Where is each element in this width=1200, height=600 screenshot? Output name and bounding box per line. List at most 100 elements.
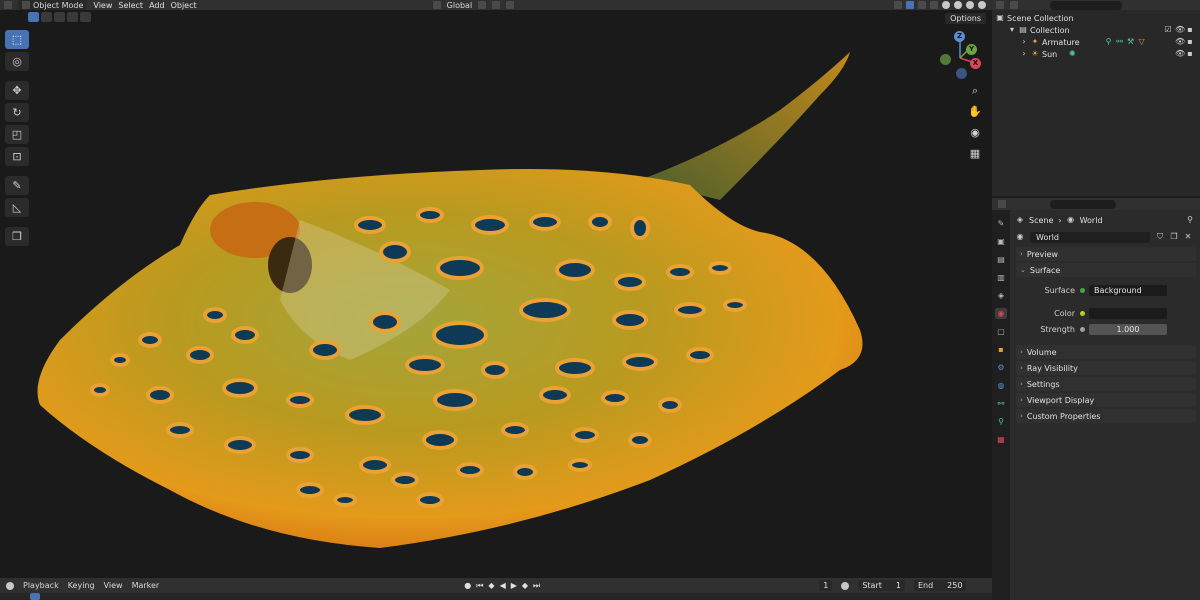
overlay-icon[interactable] bbox=[918, 1, 926, 9]
panel-volume[interactable]: › Volume bbox=[1016, 345, 1196, 359]
outliner-row-armature[interactable]: › ✦ Armature ⚲ ⚯ ⚒ ▽ 👁 ▪ bbox=[992, 36, 1200, 48]
fake-user-icon[interactable]: ⛉ bbox=[1156, 233, 1164, 241]
navigation-gizmo[interactable]: Z Y X bbox=[936, 28, 984, 80]
physics-tab-icon[interactable]: ◍ bbox=[995, 380, 1007, 391]
panel-settings[interactable]: › Settings bbox=[1016, 377, 1196, 391]
camera-icon[interactable]: ▪ bbox=[1186, 50, 1194, 58]
outliner-row-collection[interactable]: ▾ ▤ Collection ☑ 👁 ▪ bbox=[992, 24, 1200, 36]
jump-end-icon[interactable]: ⏭ bbox=[533, 581, 540, 591]
outliner-row-scene-collection[interactable]: ▣ Scene Collection bbox=[992, 12, 1200, 24]
eye-icon[interactable]: 👁 bbox=[1175, 26, 1185, 34]
display-mode-icon[interactable] bbox=[1010, 1, 1018, 9]
cursor-tool[interactable]: ◎ bbox=[5, 52, 29, 71]
eye-icon[interactable]: 👁 bbox=[1175, 38, 1185, 46]
properties-editor-icon[interactable] bbox=[998, 200, 1006, 208]
clock-icon[interactable] bbox=[841, 581, 850, 590]
jump-start-icon[interactable]: ⏮ bbox=[476, 581, 483, 591]
next-key-icon[interactable]: ◆ bbox=[522, 581, 528, 591]
outliner-search-input[interactable] bbox=[1050, 0, 1122, 10]
world-tab-icon[interactable]: ◉ bbox=[995, 308, 1007, 319]
timeline-menu-marker[interactable]: Marker bbox=[132, 581, 160, 590]
properties-search-input[interactable] bbox=[1050, 199, 1116, 209]
timeline-ruler[interactable] bbox=[0, 593, 992, 600]
duplicate-icon[interactable]: ❐ bbox=[1170, 233, 1178, 241]
pose-icon[interactable]: ⚲ bbox=[1105, 38, 1113, 46]
pin-icon[interactable]: ⚲ bbox=[1186, 216, 1194, 224]
collection-tab-icon[interactable]: ▢ bbox=[995, 326, 1007, 337]
measure-tool[interactable]: ◺ bbox=[5, 198, 29, 217]
strength-field[interactable]: 1.000 bbox=[1089, 323, 1167, 335]
bone-icon[interactable]: ⚯ bbox=[1116, 38, 1124, 46]
move-tool[interactable]: ✥ bbox=[5, 81, 29, 100]
shading-material-icon[interactable] bbox=[966, 1, 974, 9]
timeline-menu-playback[interactable]: Playback bbox=[23, 581, 59, 590]
shading-solid-icon[interactable] bbox=[954, 1, 962, 9]
expand-arrow-icon[interactable]: ▾ bbox=[1008, 26, 1016, 34]
light-data-icon[interactable]: ✺ bbox=[1068, 50, 1076, 58]
checkbox-icon[interactable]: ☑ bbox=[1164, 26, 1172, 34]
color-swatch[interactable] bbox=[1089, 307, 1167, 319]
snap-icon[interactable] bbox=[492, 1, 501, 9]
menu-select[interactable]: Select bbox=[118, 1, 143, 10]
scale-tool[interactable]: ◰ bbox=[5, 125, 29, 144]
annotate-tool[interactable]: ✎ bbox=[5, 176, 29, 195]
gizmo-x-axis[interactable]: X bbox=[970, 58, 981, 69]
gizmo-z-axis[interactable]: Z bbox=[954, 31, 965, 42]
constraint-tab-icon[interactable]: ⚯ bbox=[995, 398, 1007, 409]
play-reverse-icon[interactable]: ◀ bbox=[500, 581, 506, 591]
output-tab-icon[interactable]: ▤ bbox=[995, 254, 1007, 265]
shading-rendered-icon[interactable] bbox=[978, 1, 986, 9]
panel-preview[interactable]: › Preview bbox=[1016, 247, 1196, 261]
object-tab-icon[interactable]: ▪ bbox=[995, 344, 1007, 355]
playhead[interactable] bbox=[30, 593, 40, 600]
camera-icon[interactable]: ▪ bbox=[1186, 26, 1194, 34]
timeline-menu-keying[interactable]: Keying bbox=[68, 581, 95, 590]
xray-icon[interactable] bbox=[930, 1, 938, 9]
transform-tool[interactable]: ⊡ bbox=[5, 147, 29, 166]
add-cube-tool[interactable]: ❒ bbox=[5, 227, 29, 246]
modifier-icon[interactable]: ⚒ bbox=[1127, 38, 1135, 46]
panel-ray-visibility[interactable]: › Ray Visibility bbox=[1016, 361, 1196, 375]
outliner-editor-icon[interactable] bbox=[996, 1, 1004, 9]
3d-viewport[interactable]: Options ⬚ ◎ ✥ ↻ ◰ ⊡ ✎ ◺ ❒ Z Y X ⌕ ✋ ◉ ▦ bbox=[0, 10, 992, 578]
outliner-row-sun[interactable]: › ☀ Sun ✺ 👁 ▪ bbox=[992, 48, 1200, 60]
prev-key-icon[interactable]: ◆ bbox=[488, 581, 494, 591]
modifier-tab-icon[interactable]: ⚙ bbox=[995, 362, 1007, 373]
eye-icon[interactable]: 👁 bbox=[1175, 50, 1185, 58]
proportional-edit-icon[interactable] bbox=[506, 1, 515, 9]
unlink-icon[interactable]: ✕ bbox=[1184, 233, 1192, 241]
mesh-data-icon[interactable]: ▽ bbox=[1138, 38, 1146, 46]
camera-icon[interactable]: ▪ bbox=[1186, 38, 1194, 46]
gizmo-neg-y-axis[interactable] bbox=[940, 54, 951, 65]
menu-add[interactable]: Add bbox=[149, 1, 165, 10]
collapsed-arrow-icon[interactable]: › bbox=[1020, 38, 1028, 46]
scene-tab-icon[interactable]: ◈ bbox=[995, 290, 1007, 301]
end-frame-field[interactable]: End 250 bbox=[913, 580, 967, 591]
record-icon[interactable]: ● bbox=[464, 581, 471, 591]
timeline-editor-icon[interactable] bbox=[6, 581, 14, 590]
gizmo-neg-z-axis[interactable] bbox=[956, 68, 967, 79]
view-layer-tab-icon[interactable]: ▥ bbox=[995, 272, 1007, 283]
start-frame-field[interactable]: Start 1 bbox=[858, 580, 905, 591]
menu-view[interactable]: View bbox=[93, 1, 112, 10]
rotate-tool[interactable]: ↻ bbox=[5, 103, 29, 122]
select-box-tool[interactable]: ⬚ bbox=[5, 30, 29, 49]
data-tab-icon[interactable]: ⚲ bbox=[995, 416, 1007, 427]
pan-hand-icon[interactable]: ✋ bbox=[968, 105, 982, 119]
world-name-field[interactable]: World bbox=[1030, 231, 1150, 243]
panel-surface[interactable]: ⌄ Surface bbox=[1016, 263, 1196, 277]
panel-viewport-display[interactable]: › Viewport Display bbox=[1016, 393, 1196, 407]
menu-object[interactable]: Object bbox=[171, 1, 197, 10]
shading-wireframe-icon[interactable] bbox=[942, 1, 950, 9]
world-browse-icon[interactable]: ◉ bbox=[1016, 233, 1024, 241]
zoom-icon[interactable]: ⌕ bbox=[968, 84, 982, 98]
camera-view-icon[interactable]: ◉ bbox=[968, 126, 982, 140]
timeline-menu-view[interactable]: View bbox=[104, 581, 123, 590]
tool-tab-icon[interactable]: ✎ bbox=[995, 218, 1007, 229]
gizmo-toggle-icon[interactable] bbox=[906, 1, 914, 9]
panel-custom-properties[interactable]: › Custom Properties bbox=[1016, 409, 1196, 423]
visibility-icon[interactable] bbox=[894, 1, 902, 9]
play-icon[interactable]: ▶ bbox=[511, 581, 517, 591]
current-frame-field[interactable]: 1 bbox=[819, 580, 833, 591]
surface-shader-field[interactable]: Background bbox=[1089, 284, 1167, 296]
